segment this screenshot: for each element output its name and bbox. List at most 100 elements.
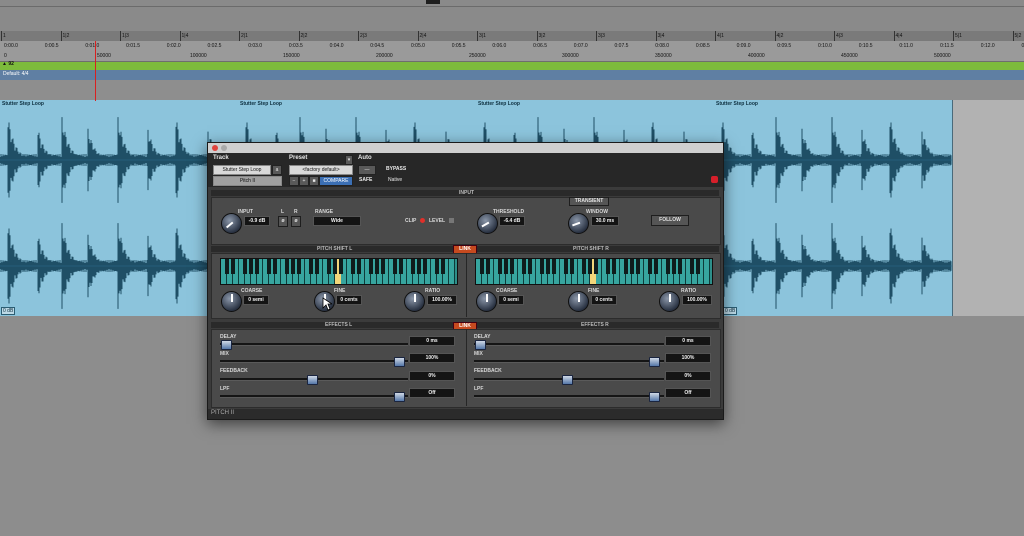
black-key[interactable]	[231, 259, 235, 274]
delay-l-slider[interactable]	[220, 343, 408, 346]
playhead-cursor[interactable]	[95, 41, 96, 101]
preset-menu-button[interactable]: ▾	[345, 155, 353, 165]
preset-save-button[interactable]: ■	[309, 176, 319, 186]
lpf-r-slider-thumb[interactable]	[649, 392, 660, 402]
window-knob[interactable]	[568, 213, 589, 234]
black-key[interactable]	[291, 259, 295, 274]
left-phase-button[interactable]: ø	[278, 216, 288, 227]
delay-l-value[interactable]: 0 ms	[409, 336, 455, 346]
black-key[interactable]	[624, 259, 628, 274]
black-key[interactable]	[327, 259, 331, 274]
meter-marker[interactable]: Default: 4/4	[3, 71, 29, 77]
pitch-shift-r-keyboard[interactable]	[475, 258, 713, 285]
ratio-r-knob[interactable]	[659, 291, 680, 312]
delay-r-value[interactable]: 0 ms	[665, 336, 711, 346]
black-key[interactable]	[285, 259, 289, 274]
black-key[interactable]	[393, 259, 397, 274]
black-key[interactable]	[528, 259, 532, 274]
black-key[interactable]	[480, 259, 484, 274]
feedback-l-value[interactable]: 0%	[409, 371, 455, 381]
black-key[interactable]	[243, 259, 247, 274]
empty-track-region[interactable]	[952, 100, 1024, 316]
black-key[interactable]	[612, 259, 616, 274]
mix-r-value[interactable]: 100%	[665, 353, 711, 363]
min-secs-ruler[interactable]: 0:00.0 0:00.5 0:01.0 0:01.5 0:02.0 0:02.5 0:03…	[0, 41, 1024, 51]
clip-gain-badge[interactable]: 0 dB	[1, 307, 16, 315]
black-key[interactable]	[564, 259, 568, 274]
black-key[interactable]	[504, 259, 508, 274]
lpf-l-value[interactable]: Off	[409, 388, 455, 398]
fine-r-value[interactable]: 0 cents	[591, 295, 617, 305]
black-key[interactable]	[369, 259, 373, 274]
coarse-r-knob[interactable]	[476, 291, 497, 312]
input-gain-knob[interactable]	[221, 213, 242, 234]
automation-enable-button[interactable]: —	[358, 165, 376, 175]
range-dropdown[interactable]: Wide	[313, 216, 361, 226]
black-key[interactable]	[678, 259, 682, 274]
threshold-knob[interactable]	[477, 213, 498, 234]
lpf-l-slider-thumb[interactable]	[394, 392, 405, 402]
samples-ruler[interactable]: 0 50000 100000 150000 200000 250000 300000 3500…	[0, 51, 1024, 62]
bypass-button[interactable]: BYPASS	[386, 166, 406, 172]
black-key[interactable]	[666, 259, 670, 274]
black-key[interactable]	[594, 259, 598, 274]
track-selector[interactable]: Stutter Step Loop	[213, 165, 271, 175]
black-key[interactable]	[315, 259, 319, 274]
delay-r-slider-thumb[interactable]	[475, 340, 486, 350]
black-key[interactable]	[522, 259, 526, 274]
delay-r-slider[interactable]	[474, 343, 664, 346]
black-key[interactable]	[255, 259, 259, 274]
right-phase-button[interactable]: ø	[291, 216, 301, 227]
audio-clip[interactable]: Stutter Step Loop	[0, 100, 239, 316]
black-key[interactable]	[249, 259, 253, 274]
black-key[interactable]	[417, 259, 421, 274]
black-key[interactable]	[267, 259, 271, 274]
track-group-button[interactable]: a	[272, 165, 282, 175]
delay-l-slider-thumb[interactable]	[221, 340, 232, 350]
ratio-l-value[interactable]: 100.00%	[427, 295, 457, 305]
black-key[interactable]	[423, 259, 427, 274]
mix-l-slider[interactable]	[220, 360, 408, 363]
black-key[interactable]	[510, 259, 514, 274]
fine-r-knob[interactable]	[568, 291, 589, 312]
mix-r-slider-thumb[interactable]	[649, 357, 660, 367]
black-key[interactable]	[648, 259, 652, 274]
black-key[interactable]	[375, 259, 379, 274]
preset-next-button[interactable]: +	[299, 176, 309, 186]
black-key[interactable]	[540, 259, 544, 274]
black-key[interactable]	[273, 259, 277, 274]
black-key[interactable]	[441, 259, 445, 274]
black-key[interactable]	[339, 259, 343, 274]
black-key[interactable]	[582, 259, 586, 274]
black-key[interactable]	[333, 259, 337, 274]
follow-button[interactable]: FOLLOW	[651, 215, 689, 226]
meter-ruler[interactable]	[0, 70, 1024, 80]
pitch-ii-plugin-window[interactable]: Track Preset ▾ Auto Stutter Step Loop a …	[207, 142, 724, 420]
black-key[interactable]	[411, 259, 415, 274]
black-key[interactable]	[606, 259, 610, 274]
preset-selector[interactable]: <factory default>	[289, 165, 353, 175]
minimize-icon[interactable]	[221, 145, 227, 151]
black-key[interactable]	[399, 259, 403, 274]
feedback-r-value[interactable]: 0%	[665, 371, 711, 381]
black-key[interactable]	[309, 259, 313, 274]
mix-l-value[interactable]: 100%	[409, 353, 455, 363]
tempo-marker[interactable]: ▲ 92	[2, 61, 14, 67]
black-key[interactable]	[672, 259, 676, 274]
black-key[interactable]	[630, 259, 634, 274]
black-key[interactable]	[654, 259, 658, 274]
coarse-l-value[interactable]: 0 semi	[243, 295, 269, 305]
lpf-l-slider[interactable]	[220, 395, 408, 398]
feedback-r-slider-thumb[interactable]	[562, 375, 573, 385]
black-key[interactable]	[381, 259, 385, 274]
black-key[interactable]	[225, 259, 229, 274]
black-key[interactable]	[498, 259, 502, 274]
white-key[interactable]	[704, 259, 710, 284]
black-key[interactable]	[636, 259, 640, 274]
transient-button[interactable]: TRANSIENT	[569, 197, 609, 206]
preset-previous-button[interactable]: −	[289, 176, 299, 186]
black-key[interactable]	[351, 259, 355, 274]
black-key[interactable]	[570, 259, 574, 274]
black-key[interactable]	[690, 259, 694, 274]
safe-button[interactable]: SAFE	[359, 177, 372, 183]
